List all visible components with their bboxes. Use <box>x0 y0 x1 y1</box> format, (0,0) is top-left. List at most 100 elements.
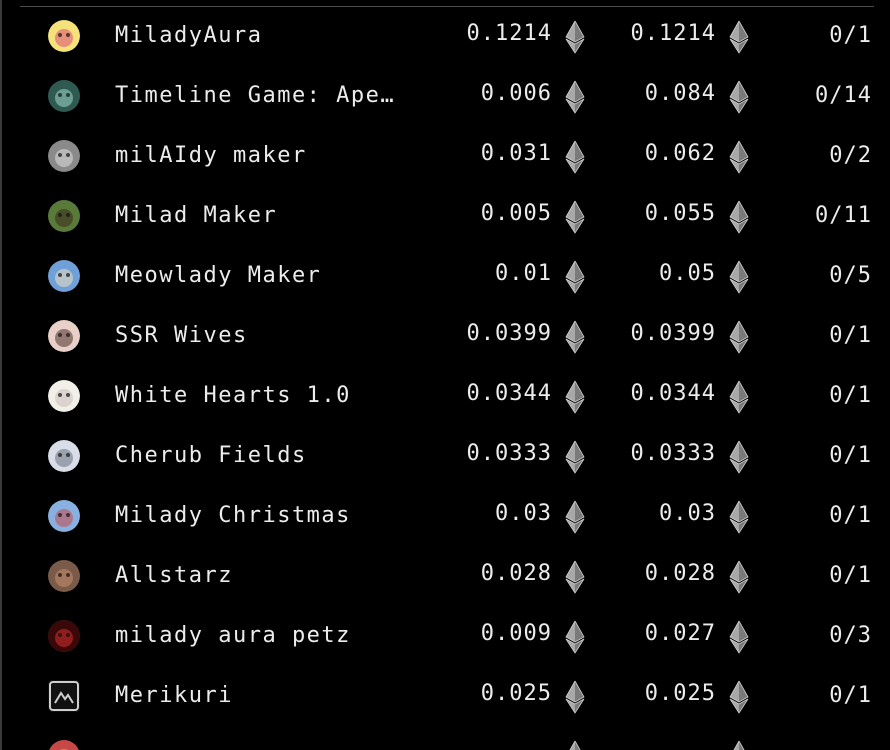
collection-price: 0.01 <box>495 261 552 286</box>
ethereum-icon <box>728 440 750 474</box>
collection-avatar <box>48 440 80 472</box>
collection-row-partial[interactable] <box>2 726 890 750</box>
collection-row[interactable]: Cherub Fields 0.0333 0.0333 0/1 <box>2 426 890 486</box>
ethereum-icon <box>564 680 586 714</box>
collection-total: 0.0399 <box>630 321 716 346</box>
ethereum-icon <box>728 740 750 750</box>
collection-count: 0/3 <box>829 623 872 648</box>
collection-avatar <box>48 620 80 652</box>
ethereum-icon <box>728 20 750 54</box>
ethereum-icon <box>564 140 586 174</box>
ethereum-icon <box>564 500 586 534</box>
collection-row[interactable]: SSR Wives 0.0399 0.0399 0/1 <box>2 306 890 366</box>
collection-price: 0.025 <box>480 681 552 706</box>
collection-row[interactable]: Milad Maker 0.005 0.055 0/11 <box>2 186 890 246</box>
collection-count: 0/5 <box>829 263 872 288</box>
collection-name: MiladyAura <box>115 23 263 48</box>
ethereum-icon <box>728 320 750 354</box>
collection-avatar <box>48 80 80 112</box>
ethereum-icon <box>564 200 586 234</box>
collection-name: White Hearts 1.0 <box>115 383 351 408</box>
collection-count: 0/1 <box>829 23 872 48</box>
ethereum-icon <box>728 140 750 174</box>
collection-avatar <box>48 740 80 750</box>
ethereum-icon <box>728 200 750 234</box>
ethereum-icon <box>728 260 750 294</box>
collection-name: Cherub Fields <box>115 443 307 468</box>
collection-row[interactable]: Timeline Game: Ape… 0.006 0.084 0/14 <box>2 66 890 126</box>
collection-price: 0.0399 <box>466 321 552 346</box>
collection-name: Allstarz <box>115 563 233 588</box>
collection-price: 0.0333 <box>466 441 552 466</box>
collection-row[interactable]: White Hearts 1.0 0.0344 0.0344 0/1 <box>2 366 890 426</box>
collection-row[interactable]: Merikuri 0.025 0.025 0/1 <box>2 666 890 726</box>
ethereum-icon <box>728 620 750 654</box>
collection-name: Milady Christmas <box>115 503 351 528</box>
collection-name: milAIdy maker <box>115 143 307 168</box>
collection-avatar <box>48 560 80 592</box>
collection-total: 0.0344 <box>630 381 716 406</box>
collection-row[interactable]: milady aura petz 0.009 0.027 0/3 <box>2 606 890 666</box>
ethereum-icon <box>728 380 750 414</box>
collection-avatar <box>48 380 80 412</box>
collection-price: 0.031 <box>480 141 552 166</box>
collection-name: Timeline Game: Ape… <box>115 83 396 108</box>
collection-total: 0.027 <box>644 621 716 646</box>
collection-price: 0.006 <box>480 81 552 106</box>
collection-avatar <box>48 140 80 172</box>
collection-count: 0/1 <box>829 383 872 408</box>
collection-total: 0.062 <box>644 141 716 166</box>
collection-name: Meowlady Maker <box>115 263 322 288</box>
ethereum-icon <box>564 440 586 474</box>
collection-list-panel: MiladyAura 0.1214 0.1214 0/1 Timeline Game: … <box>0 0 890 750</box>
ethereum-icon <box>728 80 750 114</box>
collection-count: 0/2 <box>829 143 872 168</box>
collection-avatar <box>48 320 80 352</box>
ethereum-icon <box>564 320 586 354</box>
collection-row[interactable]: Milady Christmas 0.03 0.03 0/1 <box>2 486 890 546</box>
ethereum-icon <box>728 500 750 534</box>
ethereum-icon <box>564 740 586 750</box>
collection-total: 0.084 <box>644 81 716 106</box>
collection-avatar <box>48 260 80 292</box>
collection-rows: MiladyAura 0.1214 0.1214 0/1 Timeline Game: … <box>2 6 890 750</box>
collection-name: Milad Maker <box>115 203 278 228</box>
collection-name: Merikuri <box>115 683 233 708</box>
collection-avatar <box>48 20 80 52</box>
ethereum-icon <box>564 620 586 654</box>
collection-row[interactable]: MiladyAura 0.1214 0.1214 0/1 <box>2 6 890 66</box>
collection-count: 0/1 <box>829 443 872 468</box>
collection-total: 0.028 <box>644 561 716 586</box>
collection-total: 0.055 <box>644 201 716 226</box>
collection-count: 0/1 <box>829 323 872 348</box>
collection-total: 0.03 <box>659 501 716 526</box>
ethereum-icon <box>564 20 586 54</box>
ethereum-icon <box>564 260 586 294</box>
collection-count: 0/1 <box>829 503 872 528</box>
collection-count: 0/1 <box>829 563 872 588</box>
collection-total: 0.0333 <box>630 441 716 466</box>
collection-avatar <box>48 500 80 532</box>
collection-avatar <box>48 680 80 712</box>
collection-count: 0/11 <box>815 203 872 228</box>
collection-count: 0/1 <box>829 683 872 708</box>
collection-price: 0.0344 <box>466 381 552 406</box>
collection-price: 0.03 <box>495 501 552 526</box>
collection-row[interactable]: Meowlady Maker 0.01 0.05 0/5 <box>2 246 890 306</box>
ethereum-icon <box>728 560 750 594</box>
collection-price: 0.1214 <box>466 21 552 46</box>
collection-total: 0.025 <box>644 681 716 706</box>
collection-row[interactable]: milAIdy maker 0.031 0.062 0/2 <box>2 126 890 186</box>
ethereum-icon <box>564 380 586 414</box>
collection-avatar <box>48 200 80 232</box>
ethereum-icon <box>564 80 586 114</box>
collection-name: SSR Wives <box>115 323 248 348</box>
ethereum-icon <box>564 560 586 594</box>
collection-price: 0.005 <box>480 201 552 226</box>
collection-total: 0.05 <box>659 261 716 286</box>
collection-price: 0.028 <box>480 561 552 586</box>
collection-name: milady aura petz <box>115 623 351 648</box>
ethereum-icon <box>728 680 750 714</box>
collection-total: 0.1214 <box>630 21 716 46</box>
collection-row[interactable]: Allstarz 0.028 0.028 0/1 <box>2 546 890 606</box>
